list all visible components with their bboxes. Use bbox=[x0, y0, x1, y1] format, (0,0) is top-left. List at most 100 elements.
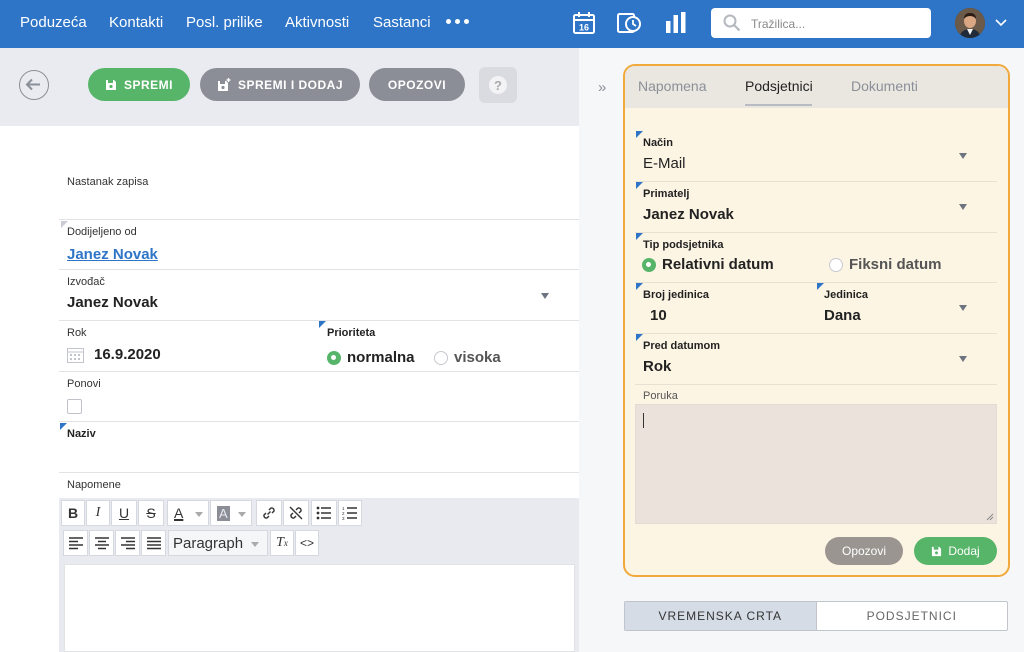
search-box bbox=[711, 8, 931, 38]
help-button[interactable]: ? bbox=[479, 67, 517, 103]
reminder-fixed-label[interactable]: Fiksni datum bbox=[849, 256, 942, 273]
repeat-checkbox[interactable] bbox=[67, 399, 82, 414]
priority-normal-label[interactable]: normalna bbox=[347, 349, 415, 366]
caret-down-icon[interactable] bbox=[959, 204, 967, 210]
tab-documents[interactable]: Dokumenti bbox=[851, 78, 918, 94]
unit-select[interactable]: Dana bbox=[824, 307, 861, 324]
clear-formatting-icon[interactable]: Tx bbox=[270, 530, 294, 556]
required-marker bbox=[636, 283, 643, 290]
strikethrough-icon[interactable]: S bbox=[138, 500, 164, 526]
calendar-icon[interactable]: 16 bbox=[571, 10, 597, 36]
collapse-panel-icon[interactable]: » bbox=[598, 79, 606, 96]
more-icon[interactable] bbox=[446, 19, 469, 24]
divider bbox=[59, 269, 579, 270]
chevron-down-icon[interactable] bbox=[995, 17, 1007, 27]
svg-text:3: 3 bbox=[342, 516, 345, 520]
priority-high-label[interactable]: visoka bbox=[454, 349, 501, 366]
nav-item-meetings[interactable]: Sastanci bbox=[373, 14, 431, 31]
align-left-icon[interactable] bbox=[63, 530, 88, 556]
nav-item-contacts[interactable]: Kontakti bbox=[109, 14, 163, 31]
search-icon[interactable] bbox=[723, 14, 741, 32]
avatar[interactable] bbox=[955, 8, 985, 38]
search-input[interactable] bbox=[751, 14, 921, 34]
arrow-left-icon bbox=[25, 78, 40, 91]
resize-handle-icon[interactable] bbox=[986, 513, 994, 521]
divider bbox=[635, 282, 997, 283]
assigned-by-label: Dodijeljeno od bbox=[67, 226, 137, 238]
cancel-button-label: OPOZOVI bbox=[387, 77, 447, 92]
divider bbox=[59, 371, 579, 372]
floppy-disk-icon bbox=[932, 546, 942, 556]
caret-down-icon[interactable] bbox=[959, 305, 967, 311]
reports-chart-icon[interactable] bbox=[663, 10, 689, 36]
unlink-icon[interactable] bbox=[283, 500, 309, 526]
numbered-list-icon[interactable]: 123 bbox=[338, 500, 362, 526]
save-and-add-button[interactable]: SPREMI I DODAJ bbox=[200, 68, 360, 101]
assigned-by-link[interactable]: Janez Novak bbox=[67, 246, 158, 263]
title-input[interactable] bbox=[67, 443, 572, 469]
notes-editor[interactable] bbox=[64, 564, 575, 652]
performer-select[interactable]: Janez Novak bbox=[67, 294, 158, 311]
floppy-disk-plus-icon bbox=[217, 77, 231, 91]
divider bbox=[59, 472, 579, 473]
recipient-label: Primatelj bbox=[643, 188, 690, 200]
italic-icon[interactable]: I bbox=[86, 500, 110, 526]
underline-icon[interactable]: U bbox=[111, 500, 137, 526]
help-icon: ? bbox=[489, 76, 507, 94]
caret-down-icon[interactable] bbox=[541, 293, 549, 299]
reminder-fixed-radio[interactable] bbox=[829, 258, 843, 272]
background-color-icon[interactable]: A bbox=[210, 500, 252, 526]
deadline-value[interactable]: 16.9.2020 bbox=[94, 346, 161, 363]
unit-label: Jedinica bbox=[824, 289, 869, 301]
deadline-label: Rok bbox=[67, 327, 87, 339]
caret-down-icon[interactable] bbox=[959, 356, 967, 362]
back-button[interactable] bbox=[19, 70, 49, 100]
save-button[interactable]: SPREMI bbox=[88, 68, 190, 101]
floppy-disk-icon bbox=[105, 79, 116, 90]
priority-normal-radio[interactable] bbox=[327, 351, 341, 365]
bullet-list-icon[interactable] bbox=[311, 500, 337, 526]
panel-add-button[interactable]: Dodaj bbox=[914, 537, 997, 565]
reminder-type-label: Tip podsjetnika bbox=[643, 239, 724, 251]
timeline-toggle[interactable]: VREMENSKA CRTA bbox=[625, 602, 817, 630]
task-clock-icon[interactable] bbox=[616, 10, 642, 36]
align-right-icon[interactable] bbox=[115, 530, 140, 556]
align-justify-icon[interactable] bbox=[141, 530, 166, 556]
divider bbox=[59, 421, 579, 422]
text-color-icon[interactable]: A bbox=[167, 500, 209, 526]
reminder-relative-radio[interactable] bbox=[642, 258, 656, 272]
align-center-icon[interactable] bbox=[89, 530, 114, 556]
top-navbar: Poduzeća Kontakti Posl. prilike Aktivnos… bbox=[0, 0, 1024, 48]
units-count-input[interactable]: 10 bbox=[650, 307, 667, 324]
nav-item-activities[interactable]: Aktivnosti bbox=[285, 14, 349, 31]
view-toggle: VREMENSKA CRTA PODSJETNICI bbox=[624, 601, 1008, 631]
caret-down-icon[interactable] bbox=[959, 153, 967, 159]
calendar-icon[interactable] bbox=[67, 347, 84, 363]
required-marker bbox=[636, 131, 643, 138]
calendar-day: 16 bbox=[579, 23, 589, 33]
reminder-relative-label[interactable]: Relativni datum bbox=[662, 256, 774, 273]
nav-item-companies[interactable]: Poduzeća bbox=[20, 14, 87, 31]
recipient-select[interactable]: Janez Novak bbox=[643, 206, 734, 223]
priority-label: Prioriteta bbox=[327, 327, 376, 339]
before-date-select[interactable]: Rok bbox=[643, 358, 671, 375]
source-code-icon[interactable]: <> bbox=[295, 530, 319, 556]
bold-icon[interactable]: B bbox=[61, 500, 85, 526]
cancel-button[interactable]: OPOZOVI bbox=[369, 68, 465, 101]
link-icon[interactable] bbox=[256, 500, 282, 526]
save-and-add-label: SPREMI I DODAJ bbox=[237, 77, 343, 92]
message-textarea[interactable] bbox=[635, 404, 997, 524]
tab-reminders[interactable]: Podsjetnici bbox=[745, 78, 813, 94]
save-button-label: SPREMI bbox=[123, 77, 173, 92]
caret-down-icon bbox=[251, 542, 259, 547]
panel-cancel-label: Opozovi bbox=[841, 544, 887, 558]
priority-high-radio[interactable] bbox=[434, 351, 448, 365]
tab-notes[interactable]: Napomena bbox=[638, 78, 707, 94]
paragraph-format-select[interactable]: Paragraph bbox=[168, 530, 268, 556]
nav-item-opportunities[interactable]: Posl. prilike bbox=[186, 14, 263, 31]
panel-cancel-button[interactable]: Opozovi bbox=[825, 537, 903, 565]
divider bbox=[635, 384, 997, 385]
repeat-label: Ponovi bbox=[67, 378, 101, 390]
method-select[interactable]: E-Mail bbox=[643, 155, 686, 172]
reminders-toggle[interactable]: PODSJETNICI bbox=[817, 602, 1008, 630]
